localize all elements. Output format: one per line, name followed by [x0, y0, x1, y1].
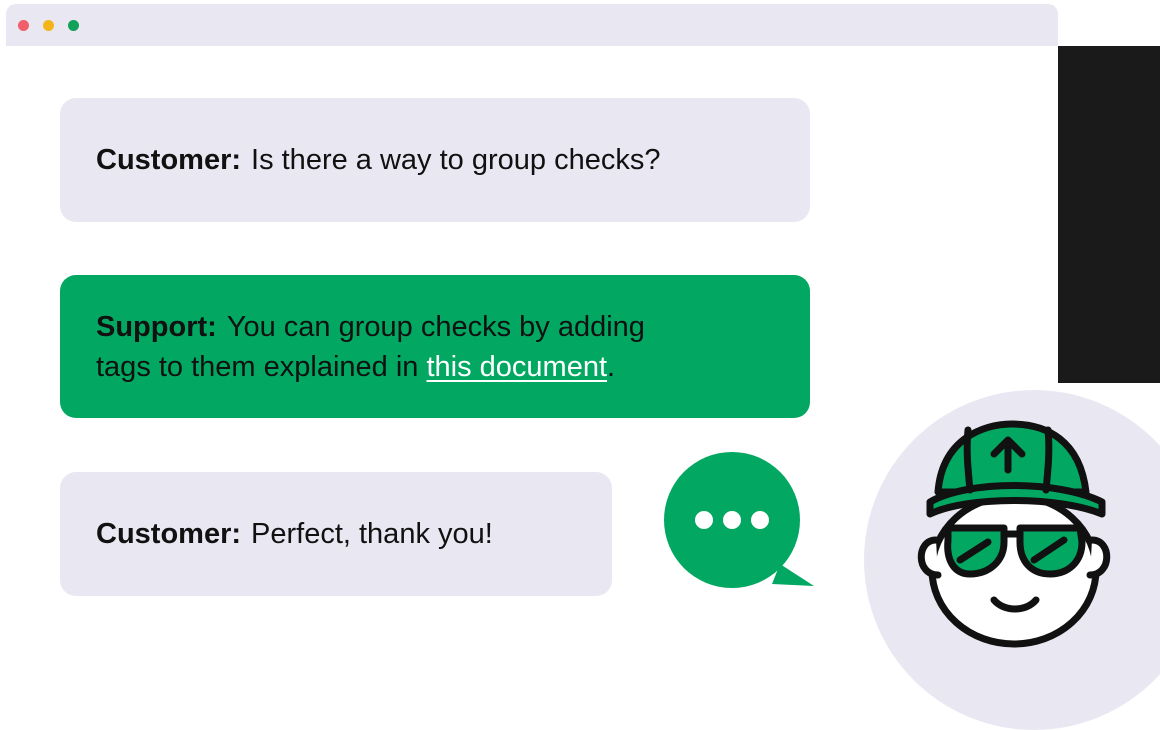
document-link[interactable]: this document — [426, 351, 607, 383]
message-text-line2: tags to them explained in — [96, 350, 427, 383]
typing-indicator-icon — [662, 452, 818, 597]
window-maximize-button[interactable] — [68, 19, 79, 31]
message-speaker: Customer: — [96, 518, 242, 550]
window-shadow — [1058, 46, 1160, 383]
message-text-line1: You can group checks by adding — [226, 310, 645, 343]
message-text-end: . — [607, 350, 616, 383]
chat-message-customer-2: Customer: Perfect, thank you! — [60, 472, 612, 596]
message-text: Perfect, thank you! — [251, 518, 493, 550]
message-speaker: Customer: — [96, 144, 242, 176]
window-minimize-button[interactable] — [43, 19, 54, 31]
support-agent-avatar-icon — [908, 410, 1128, 655]
message-speaker: Support: — [96, 310, 217, 343]
message-text: Is there a way to group checks? — [251, 144, 661, 176]
chat-message-support: Support: You can group checks by adding t… — [60, 275, 810, 418]
chat-message-customer-1: Customer: Is there a way to group checks? — [60, 98, 810, 222]
window-close-button[interactable] — [18, 19, 29, 31]
window-titlebar — [6, 4, 1058, 46]
